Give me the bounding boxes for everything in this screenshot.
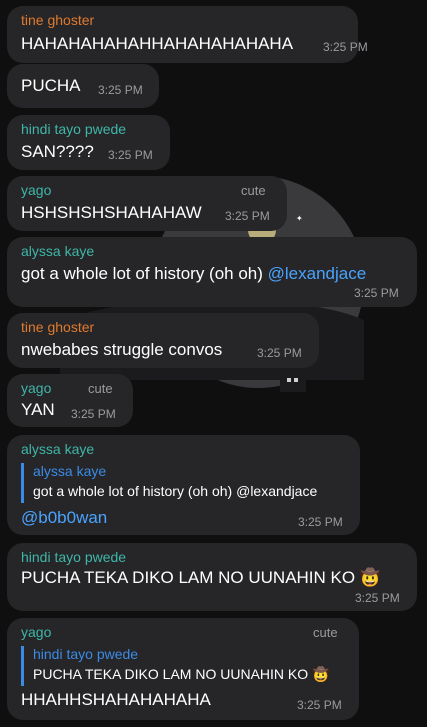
wallpaper-window	[294, 378, 298, 382]
message-text: HSHSHSHSHAHAHAW	[21, 203, 202, 222]
reply-quote[interactable]: alyssa kaye got a whole lot of history (…	[21, 463, 317, 503]
quoted-text: got a whole lot of history (oh oh) @lexa…	[33, 483, 318, 499]
message-text: HHAHHSHAHAHAHAHA	[21, 690, 211, 709]
mention-link[interactable]: @b0b0wan	[21, 508, 107, 528]
sender-name[interactable]: hindi tayo pwede	[21, 121, 126, 137]
message-text: nwebabes struggle convos	[21, 340, 223, 359]
sender-name[interactable]: yago	[21, 624, 51, 640]
message-bubble[interactable]: alyssa kaye got a whole lot of history (…	[7, 237, 417, 307]
member-rank-badge: cute	[88, 381, 113, 396]
sender-name[interactable]: alyssa kaye	[21, 243, 94, 259]
message-time: 3:25 PM	[108, 148, 153, 162]
sender-name[interactable]: alyssa kaye	[21, 441, 94, 457]
wallpaper-star: ✦	[296, 214, 303, 223]
message-body: got a whole lot of history (oh oh)	[21, 264, 268, 283]
message-time: 3:25 PM	[71, 407, 116, 421]
message-time: 3:25 PM	[298, 515, 343, 529]
message-time: 3:25 PM	[225, 209, 270, 223]
message-bubble[interactable]: alyssa kaye alyssa kaye got a whole lot …	[7, 435, 360, 535]
quoted-text: PUCHA TEKA DIKO LAM NO UUNAHIN KO 🤠	[33, 666, 330, 682]
reply-quote[interactable]: hindi tayo pwede PUCHA TEKA DIKO LAM NO …	[21, 646, 329, 686]
message-text: HAHAHAHAHAHHAHAHAHAHAHA	[21, 34, 294, 53]
sender-name[interactable]: yago	[21, 380, 51, 396]
message-bubble[interactable]: hindi tayo pwede PUCHA TEKA DIKO LAM NO …	[7, 543, 417, 611]
message-text: PUCHA	[21, 76, 81, 95]
sender-name[interactable]: tine ghoster	[21, 319, 94, 335]
wallpaper-house	[280, 370, 306, 392]
message-time: 3:25 PM	[323, 40, 368, 54]
message-bubble[interactable]: hindi tayo pwede SAN???? 3:25 PM	[7, 115, 170, 170]
message-time: 3:25 PM	[355, 591, 400, 605]
message-text: PUCHA TEKA DIKO LAM NO UUNAHIN KO 🤠	[21, 568, 381, 587]
message-time: 3:25 PM	[257, 346, 302, 360]
quoted-sender: hindi tayo pwede	[33, 646, 139, 662]
message-bubble[interactable]: yago cute hindi tayo pwede PUCHA TEKA DI…	[7, 618, 359, 720]
message-bubble[interactable]: yago cute YAN 3:25 PM	[7, 374, 133, 427]
message-time: 3:25 PM	[297, 698, 342, 712]
sender-name[interactable]: tine ghoster	[21, 12, 94, 28]
message-text: SAN????	[21, 142, 94, 161]
sender-name[interactable]: hindi tayo pwede	[21, 549, 126, 565]
message-time: 3:25 PM	[98, 83, 143, 97]
message-bubble[interactable]: tine ghoster HAHAHAHAHAHHAHAHAHAHAHA 3:2…	[7, 6, 368, 63]
quoted-sender: alyssa kaye	[33, 463, 107, 479]
member-rank-badge: cute	[313, 625, 338, 640]
message-bubble[interactable]: yago cute HSHSHSHSHAHAHAW 3:25 PM	[7, 176, 287, 231]
message-time: 3:25 PM	[354, 286, 399, 300]
sender-name[interactable]: yago	[21, 182, 51, 198]
message-text: YAN	[21, 400, 55, 419]
wallpaper-window	[287, 378, 291, 382]
mention-link[interactable]: @lexandjace	[268, 264, 367, 283]
message-bubble[interactable]: tine ghoster nwebabes struggle convos 3:…	[7, 313, 319, 368]
message-text: got a whole lot of history (oh oh) @lexa…	[21, 264, 366, 284]
message-bubble[interactable]: PUCHA 3:25 PM	[7, 64, 159, 108]
member-rank-badge: cute	[241, 183, 266, 198]
